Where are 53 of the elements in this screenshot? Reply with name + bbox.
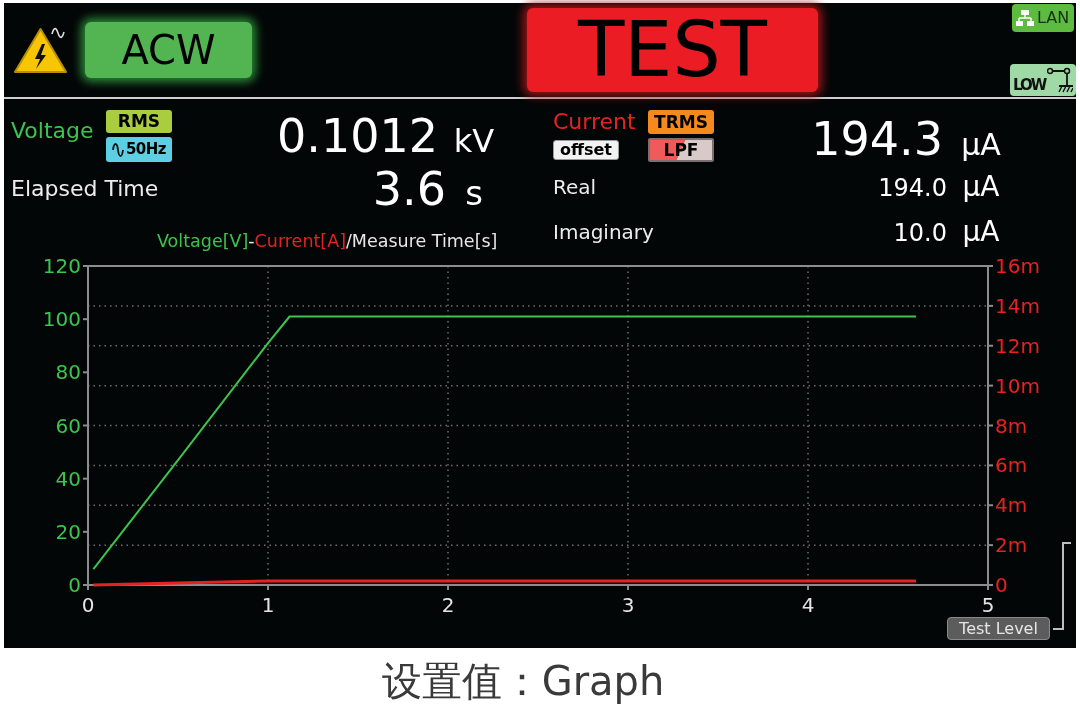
high-voltage-warning-icon: [14, 26, 68, 74]
frequency-label: 50Hz: [125, 142, 167, 157]
tick-label: 8m: [995, 413, 1028, 438]
component-unit: μA: [961, 173, 1001, 201]
ground-switch-icon: [1047, 67, 1073, 93]
tick-label: 14m: [995, 293, 1040, 318]
elapsed-time-value: 3.6: [372, 166, 446, 212]
tick-label: 6m: [995, 453, 1028, 478]
bracket-icon: [1052, 542, 1072, 630]
tick-label: 80: [55, 360, 81, 385]
sine-wave-icon: [111, 140, 124, 159]
tick-label: 100: [42, 307, 81, 332]
tick-label: 10m: [995, 373, 1040, 398]
tick-label: 120: [42, 254, 81, 278]
test-level-button[interactable]: Test Level: [947, 617, 1050, 640]
lpf-badge: LPF: [648, 138, 714, 162]
tick-label: 20: [55, 519, 81, 544]
offset-badge: offset: [553, 140, 619, 160]
voltage-unit: kV: [452, 125, 496, 157]
tick-label: 12m: [995, 333, 1040, 358]
tick-label: 0: [81, 593, 95, 617]
tick-label: 4: [801, 593, 815, 617]
low-label: LOW: [1013, 78, 1046, 93]
elapsed-time-label: Elapsed Time: [11, 176, 159, 202]
tick-label: 2m: [995, 533, 1028, 558]
test-status-display: TEST: [527, 8, 818, 92]
lan-label: LAN: [1037, 10, 1070, 26]
tick-label: 0: [995, 573, 1008, 597]
component-label: Real: [553, 175, 597, 199]
tick-label: 16m: [995, 254, 1040, 278]
voltage-value: 0.1012: [277, 113, 438, 159]
rms-badge: RMS: [106, 110, 172, 133]
component-unit: μA: [961, 218, 1001, 246]
elapsed-time-unit: s: [464, 176, 484, 210]
trms-badge: TRMS: [648, 110, 714, 134]
current-value: 194.3: [811, 116, 943, 162]
current-unit: μA: [960, 130, 1002, 160]
network-icon: [1016, 10, 1034, 26]
tick-label: 1: [261, 593, 275, 617]
current-label: Current: [553, 110, 637, 134]
tick-label: 5: [981, 593, 995, 617]
tick-label: 4m: [995, 493, 1028, 518]
voltage-label: Voltage: [11, 118, 94, 143]
tick-label: 40: [55, 466, 81, 491]
mode-display: ACW: [85, 22, 252, 78]
component-label: Imaginary: [553, 220, 654, 244]
component-value: 194.0: [878, 176, 947, 200]
chart-title: Voltage[V]-Current[A]/Measure Time[s]: [157, 232, 498, 250]
tick-label: 2: [441, 593, 455, 617]
tick-label: 3: [621, 593, 635, 617]
component-value: 10.0: [893, 221, 947, 245]
tick-label: 0: [68, 573, 81, 597]
tick-label: 60: [55, 413, 81, 438]
